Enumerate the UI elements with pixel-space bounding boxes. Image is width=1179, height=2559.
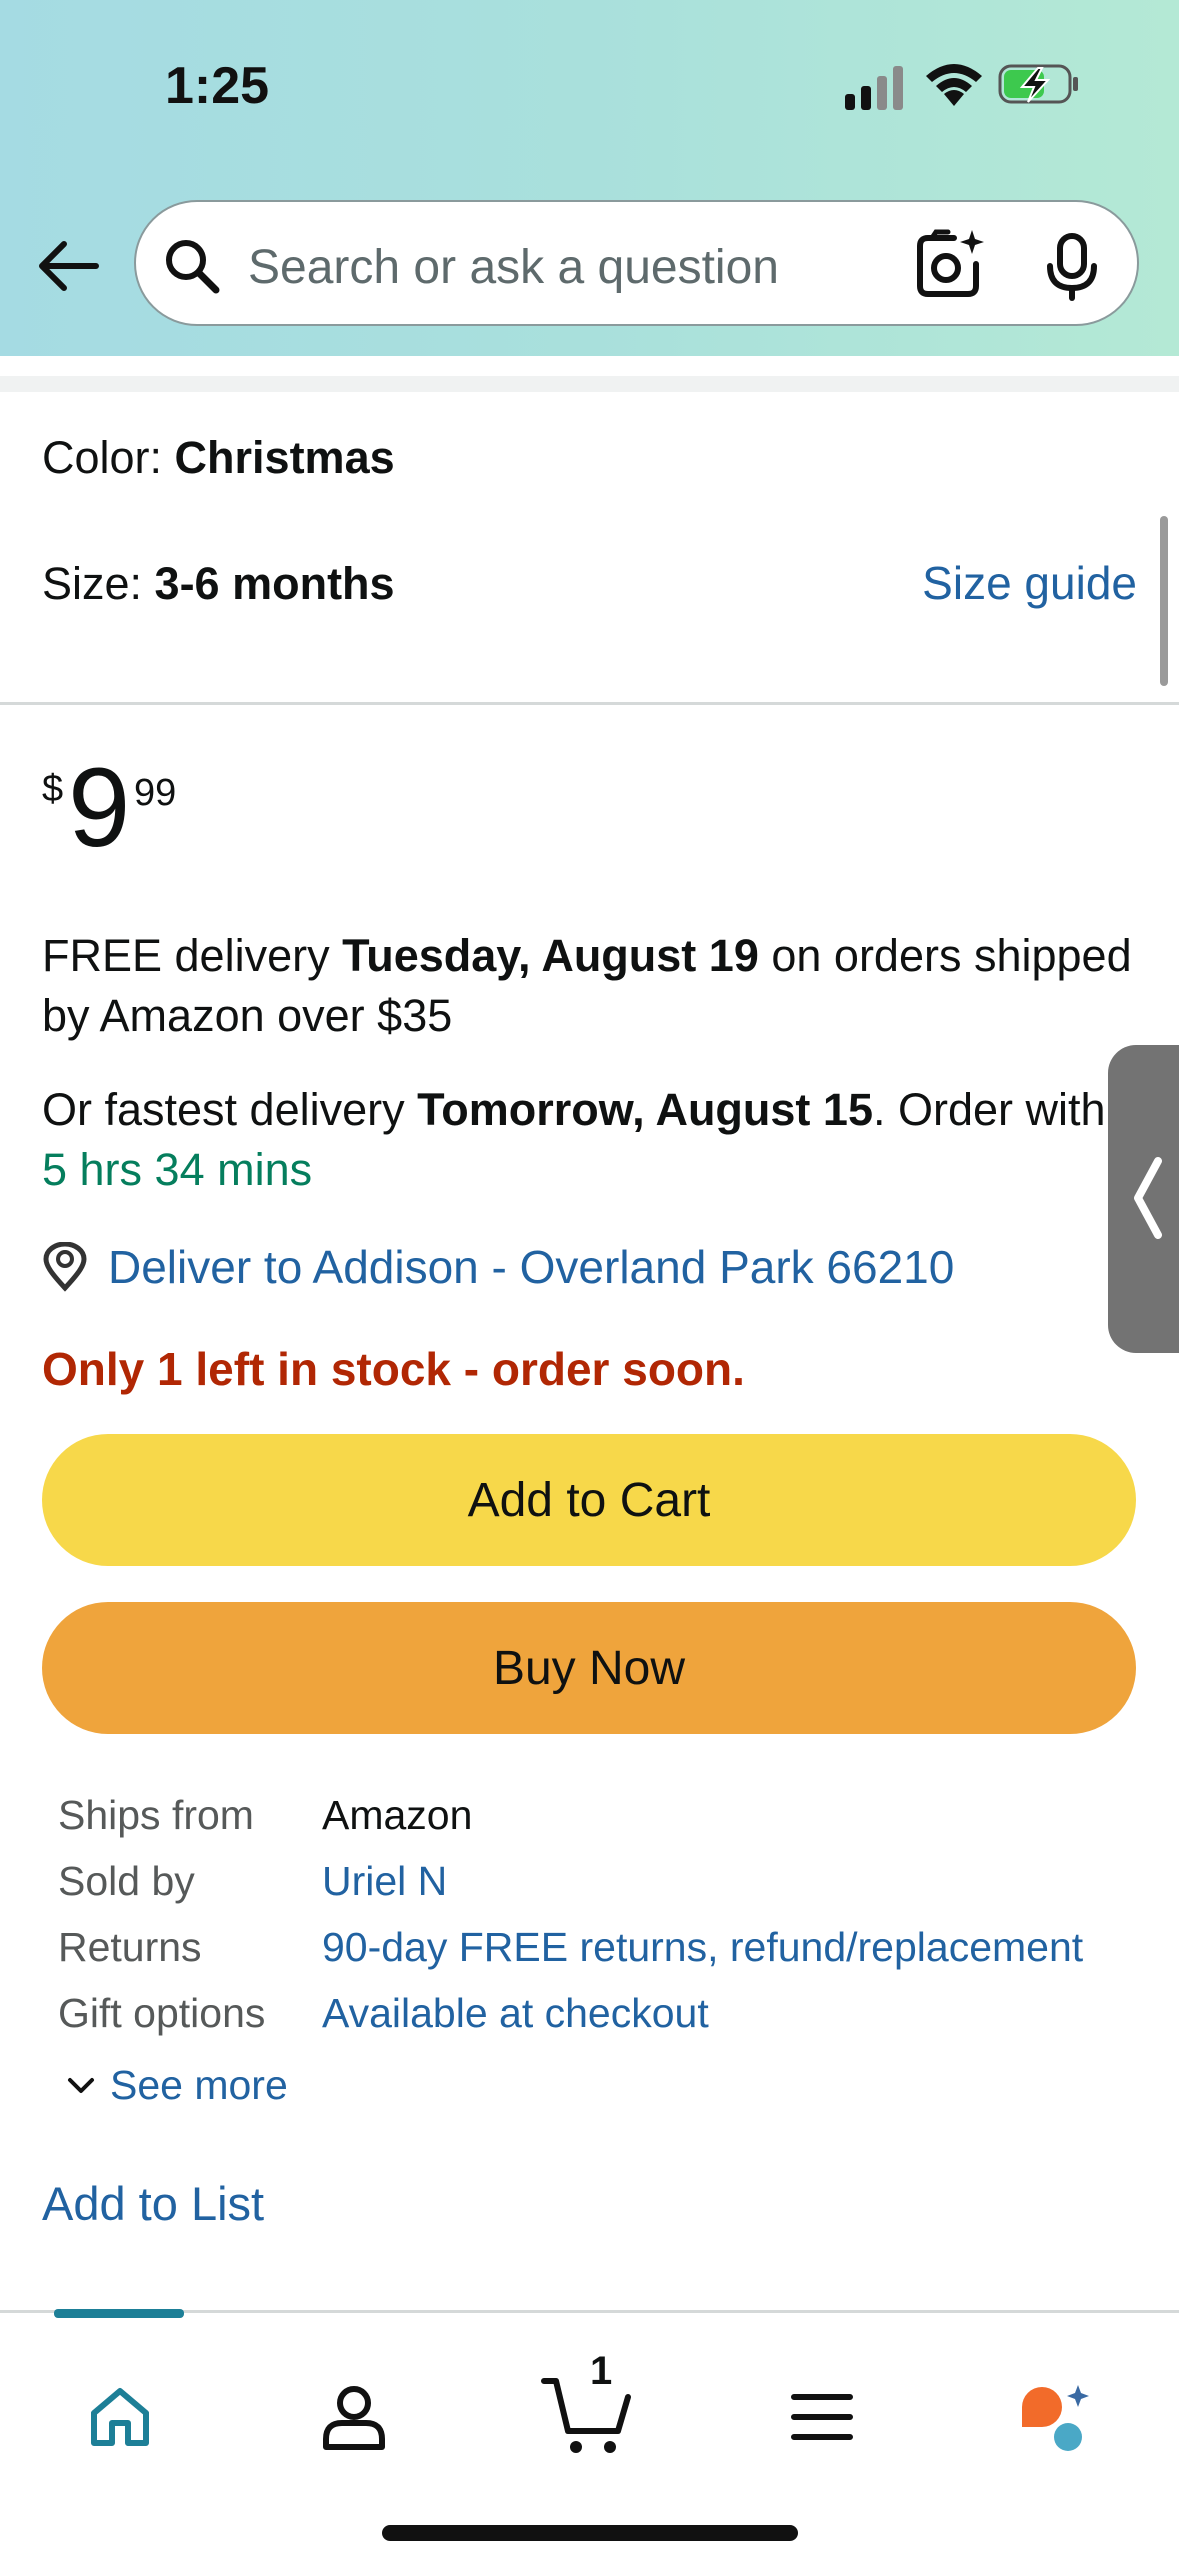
seller-link[interactable]: Uriel N	[322, 1858, 447, 1905]
menu-icon[interactable]	[786, 2381, 858, 2453]
gift-options-link[interactable]: Available at checkout	[322, 1990, 709, 2037]
fastest-delivery-message: Or fastest delivery Tomorrow, August 15.…	[42, 1084, 1141, 1195]
free-delivery-message: FREE delivery Tuesday, August 19 on orde…	[42, 930, 1132, 1041]
rufus-assistant-icon[interactable]	[1016, 2381, 1096, 2461]
divider	[0, 702, 1179, 705]
search-placeholder: Search or ask a question	[248, 241, 779, 294]
cellular-signal-icon	[845, 66, 903, 110]
stock-status: Only 1 left in stock - order soon.	[42, 1343, 745, 1395]
microphone-icon[interactable]	[1042, 232, 1102, 302]
scroll-indicator	[1160, 516, 1168, 686]
section-separator	[0, 376, 1179, 392]
home-icon[interactable]	[84, 2381, 156, 2453]
account-icon[interactable]	[318, 2381, 390, 2453]
buy-now-button[interactable]: Buy Now	[42, 1602, 1136, 1734]
size-selection[interactable]: Size: 3-6 months	[42, 558, 395, 610]
price-whole: 9	[68, 745, 131, 870]
free-delivery-date: Tuesday, August 19	[342, 930, 759, 981]
delivery-countdown: 5 hrs 34 mins	[42, 1144, 313, 1195]
location-pin-icon	[43, 1242, 87, 1292]
see-more-toggle[interactable]: See more	[68, 2062, 288, 2109]
search-icon	[166, 240, 220, 294]
info-label-ships-from: Ships from	[58, 1792, 254, 1838]
status-time: 1:25	[165, 57, 270, 115]
returns-link[interactable]: 90-day FREE returns, refund/replacement	[322, 1924, 1083, 1971]
info-label-gift-options: Gift options	[58, 1990, 266, 2036]
cart-icon	[541, 2378, 631, 2453]
see-more-label: See more	[110, 2062, 288, 2108]
info-label-returns: Returns	[58, 1924, 202, 1970]
wifi-icon	[926, 64, 982, 106]
color-value: Christmas	[174, 432, 395, 483]
bottom-navigation: 1	[0, 2309, 1179, 2559]
cart-count: 1	[590, 2349, 613, 2393]
header: 1:25 Search or ask a question	[0, 0, 1179, 356]
home-indicator	[382, 2525, 798, 2541]
chevron-left-icon	[1134, 1157, 1162, 1239]
active-tab-indicator	[54, 2309, 184, 2318]
info-label-sold-by: Sold by	[58, 1858, 195, 1904]
price-fraction: 99	[134, 772, 177, 814]
battery-charging-icon	[998, 64, 1078, 104]
color-label: Color:	[42, 432, 175, 483]
add-to-cart-button[interactable]: Add to Cart	[42, 1434, 1136, 1566]
cart-button[interactable]: 1	[540, 2349, 640, 2459]
size-value: 3-6 months	[154, 558, 395, 609]
fastest-delivery-date: Tomorrow, August 15	[417, 1084, 873, 1135]
price-symbol: $	[42, 768, 64, 810]
size-guide-link[interactable]: Size guide	[922, 556, 1137, 610]
info-value-ships-from: Amazon	[322, 1792, 473, 1838]
side-drawer-tab[interactable]	[1108, 1045, 1179, 1353]
add-to-list-link[interactable]: Add to List	[42, 2176, 264, 2231]
size-label: Size:	[42, 558, 155, 609]
color-selection[interactable]: Color: Christmas	[42, 432, 395, 484]
deliver-to-link[interactable]: Deliver to Addison - Overland Park 66210	[108, 1240, 954, 1294]
chevron-down-icon	[68, 2078, 94, 2093]
camera-lens-icon[interactable]	[914, 228, 986, 300]
back-arrow-icon[interactable]	[34, 236, 100, 296]
search-input[interactable]: Search or ask a question	[134, 200, 1139, 326]
